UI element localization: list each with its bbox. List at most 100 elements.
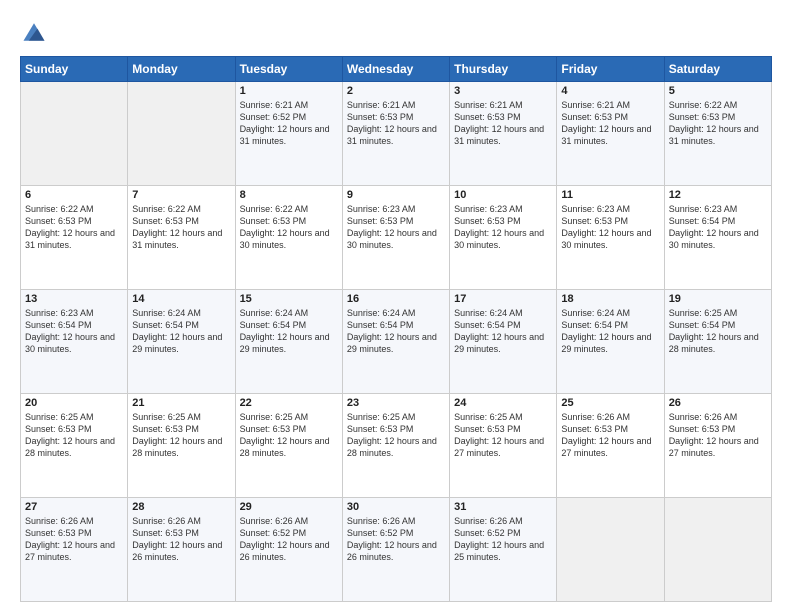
- calendar-cell: 21 Sunrise: 6:25 AM Sunset: 6:53 PM Dayli…: [128, 394, 235, 498]
- day-number: 23: [347, 397, 445, 409]
- page: SundayMondayTuesdayWednesdayThursdayFrid…: [0, 0, 792, 612]
- header: [20, 18, 772, 46]
- calendar-cell: [128, 82, 235, 186]
- calendar-cell: 28 Sunrise: 6:26 AM Sunset: 6:53 PM Dayli…: [128, 498, 235, 602]
- logo-icon: [20, 18, 48, 46]
- calendar-cell: 27Sunrise: 6:26 AM Sunset: 6:53 PM Dayli…: [21, 498, 128, 602]
- weekday-friday: Friday: [557, 57, 664, 82]
- week-row-3: 13 Sunrise: 6:23 AM Sunset: 6:54 PM Dayli…: [21, 290, 772, 394]
- calendar-cell: 25Sunrise: 6:26 AM Sunset: 6:53 PM Dayli…: [557, 394, 664, 498]
- cell-details: Sunrise: 6:22 AM Sunset: 6:53 PM Dayligh…: [25, 203, 123, 252]
- cell-details: Sunrise: 6:23 AM Sunset: 6:53 PM Dayligh…: [347, 203, 445, 252]
- day-number: 5: [669, 85, 767, 97]
- day-number: 25: [561, 397, 659, 409]
- day-number: 16: [347, 293, 445, 305]
- weekday-header-row: SundayMondayTuesdayWednesdayThursdayFrid…: [21, 57, 772, 82]
- day-number: 29: [240, 501, 338, 513]
- calendar-cell: 6Sunrise: 6:22 AM Sunset: 6:53 PM Daylig…: [21, 186, 128, 290]
- day-number: 14: [132, 293, 230, 305]
- cell-details: Sunrise: 6:25 AM Sunset: 6:53 PM Dayligh…: [25, 411, 123, 460]
- cell-details: Sunrise: 6:26 AM Sunset: 6:53 PM Dayligh…: [132, 515, 230, 564]
- cell-details: Sunrise: 6:26 AM Sunset: 6:52 PM Dayligh…: [240, 515, 338, 564]
- week-row-2: 6Sunrise: 6:22 AM Sunset: 6:53 PM Daylig…: [21, 186, 772, 290]
- week-row-1: 1Sunrise: 6:21 AM Sunset: 6:52 PM Daylig…: [21, 82, 772, 186]
- cell-details: Sunrise: 6:25 AM Sunset: 6:53 PM Dayligh…: [454, 411, 552, 460]
- calendar-cell: 10 Sunrise: 6:23 AM Sunset: 6:53 PM Dayli…: [450, 186, 557, 290]
- cell-details: Sunrise: 6:24 AM Sunset: 6:54 PM Dayligh…: [132, 307, 230, 356]
- cell-details: Sunrise: 6:23 AM Sunset: 6:54 PM Dayligh…: [25, 307, 123, 356]
- day-number: 15: [240, 293, 338, 305]
- cell-details: Sunrise: 6:25 AM Sunset: 6:53 PM Dayligh…: [240, 411, 338, 460]
- weekday-monday: Monday: [128, 57, 235, 82]
- day-number: 13: [25, 293, 123, 305]
- day-number: 30: [347, 501, 445, 513]
- cell-details: Sunrise: 6:25 AM Sunset: 6:53 PM Dayligh…: [132, 411, 230, 460]
- weekday-saturday: Saturday: [664, 57, 771, 82]
- calendar-cell: 24 Sunrise: 6:25 AM Sunset: 6:53 PM Dayli…: [450, 394, 557, 498]
- week-row-5: 27Sunrise: 6:26 AM Sunset: 6:53 PM Dayli…: [21, 498, 772, 602]
- cell-details: Sunrise: 6:23 AM Sunset: 6:53 PM Dayligh…: [454, 203, 552, 252]
- cell-details: Sunrise: 6:22 AM Sunset: 6:53 PM Dayligh…: [669, 99, 767, 148]
- cell-details: Sunrise: 6:25 AM Sunset: 6:54 PM Dayligh…: [669, 307, 767, 356]
- cell-details: Sunrise: 6:23 AM Sunset: 6:53 PM Dayligh…: [561, 203, 659, 252]
- weekday-thursday: Thursday: [450, 57, 557, 82]
- cell-details: Sunrise: 6:21 AM Sunset: 6:52 PM Dayligh…: [240, 99, 338, 148]
- calendar-cell: 1Sunrise: 6:21 AM Sunset: 6:52 PM Daylig…: [235, 82, 342, 186]
- logo: [20, 18, 52, 46]
- calendar-cell: 26Sunrise: 6:26 AM Sunset: 6:53 PM Dayli…: [664, 394, 771, 498]
- cell-details: Sunrise: 6:22 AM Sunset: 6:53 PM Dayligh…: [132, 203, 230, 252]
- calendar-cell: 5 Sunrise: 6:22 AM Sunset: 6:53 PM Daylig…: [664, 82, 771, 186]
- day-number: 31: [454, 501, 552, 513]
- cell-details: Sunrise: 6:23 AM Sunset: 6:54 PM Dayligh…: [669, 203, 767, 252]
- day-number: 12: [669, 189, 767, 201]
- cell-details: Sunrise: 6:21 AM Sunset: 6:53 PM Dayligh…: [561, 99, 659, 148]
- calendar-cell: [21, 82, 128, 186]
- cell-details: Sunrise: 6:22 AM Sunset: 6:53 PM Dayligh…: [240, 203, 338, 252]
- day-number: 4: [561, 85, 659, 97]
- calendar-cell: 4 Sunrise: 6:21 AM Sunset: 6:53 PM Daylig…: [557, 82, 664, 186]
- calendar-cell: 3Sunrise: 6:21 AM Sunset: 6:53 PM Daylig…: [450, 82, 557, 186]
- calendar-cell: 22 Sunrise: 6:25 AM Sunset: 6:53 PM Dayli…: [235, 394, 342, 498]
- day-number: 24: [454, 397, 552, 409]
- weekday-tuesday: Tuesday: [235, 57, 342, 82]
- day-number: 28: [132, 501, 230, 513]
- day-number: 10: [454, 189, 552, 201]
- day-number: 11: [561, 189, 659, 201]
- calendar-cell: 23 Sunrise: 6:25 AM Sunset: 6:53 PM Dayli…: [342, 394, 449, 498]
- calendar-table: SundayMondayTuesdayWednesdayThursdayFrid…: [20, 56, 772, 602]
- cell-details: Sunrise: 6:26 AM Sunset: 6:52 PM Dayligh…: [347, 515, 445, 564]
- cell-details: Sunrise: 6:24 AM Sunset: 6:54 PM Dayligh…: [454, 307, 552, 356]
- calendar-cell: 20 Sunrise: 6:25 AM Sunset: 6:53 PM Dayli…: [21, 394, 128, 498]
- day-number: 26: [669, 397, 767, 409]
- cell-details: Sunrise: 6:24 AM Sunset: 6:54 PM Dayligh…: [240, 307, 338, 356]
- calendar-cell: 16 Sunrise: 6:24 AM Sunset: 6:54 PM Dayli…: [342, 290, 449, 394]
- day-number: 20: [25, 397, 123, 409]
- calendar-cell: 14 Sunrise: 6:24 AM Sunset: 6:54 PM Dayli…: [128, 290, 235, 394]
- calendar-cell: 18Sunrise: 6:24 AM Sunset: 6:54 PM Dayli…: [557, 290, 664, 394]
- calendar-cell: 19 Sunrise: 6:25 AM Sunset: 6:54 PM Dayli…: [664, 290, 771, 394]
- day-number: 22: [240, 397, 338, 409]
- day-number: 2: [347, 85, 445, 97]
- day-number: 7: [132, 189, 230, 201]
- calendar-cell: 7 Sunrise: 6:22 AM Sunset: 6:53 PM Daylig…: [128, 186, 235, 290]
- calendar-cell: [664, 498, 771, 602]
- day-number: 3: [454, 85, 552, 97]
- cell-details: Sunrise: 6:26 AM Sunset: 6:52 PM Dayligh…: [454, 515, 552, 564]
- cell-details: Sunrise: 6:24 AM Sunset: 6:54 PM Dayligh…: [347, 307, 445, 356]
- calendar-cell: 15 Sunrise: 6:24 AM Sunset: 6:54 PM Dayli…: [235, 290, 342, 394]
- calendar-cell: 31 Sunrise: 6:26 AM Sunset: 6:52 PM Dayli…: [450, 498, 557, 602]
- day-number: 17: [454, 293, 552, 305]
- calendar-cell: 11 Sunrise: 6:23 AM Sunset: 6:53 PM Dayli…: [557, 186, 664, 290]
- day-number: 19: [669, 293, 767, 305]
- calendar-cell: 2 Sunrise: 6:21 AM Sunset: 6:53 PM Daylig…: [342, 82, 449, 186]
- calendar-cell: 13 Sunrise: 6:23 AM Sunset: 6:54 PM Dayli…: [21, 290, 128, 394]
- weekday-wednesday: Wednesday: [342, 57, 449, 82]
- cell-details: Sunrise: 6:21 AM Sunset: 6:53 PM Dayligh…: [347, 99, 445, 148]
- cell-details: Sunrise: 6:25 AM Sunset: 6:53 PM Dayligh…: [347, 411, 445, 460]
- cell-details: Sunrise: 6:26 AM Sunset: 6:53 PM Dayligh…: [25, 515, 123, 564]
- day-number: 21: [132, 397, 230, 409]
- calendar-cell: 17 Sunrise: 6:24 AM Sunset: 6:54 PM Dayli…: [450, 290, 557, 394]
- cell-details: Sunrise: 6:24 AM Sunset: 6:54 PM Dayligh…: [561, 307, 659, 356]
- calendar-cell: 12 Sunrise: 6:23 AM Sunset: 6:54 PM Dayli…: [664, 186, 771, 290]
- day-number: 9: [347, 189, 445, 201]
